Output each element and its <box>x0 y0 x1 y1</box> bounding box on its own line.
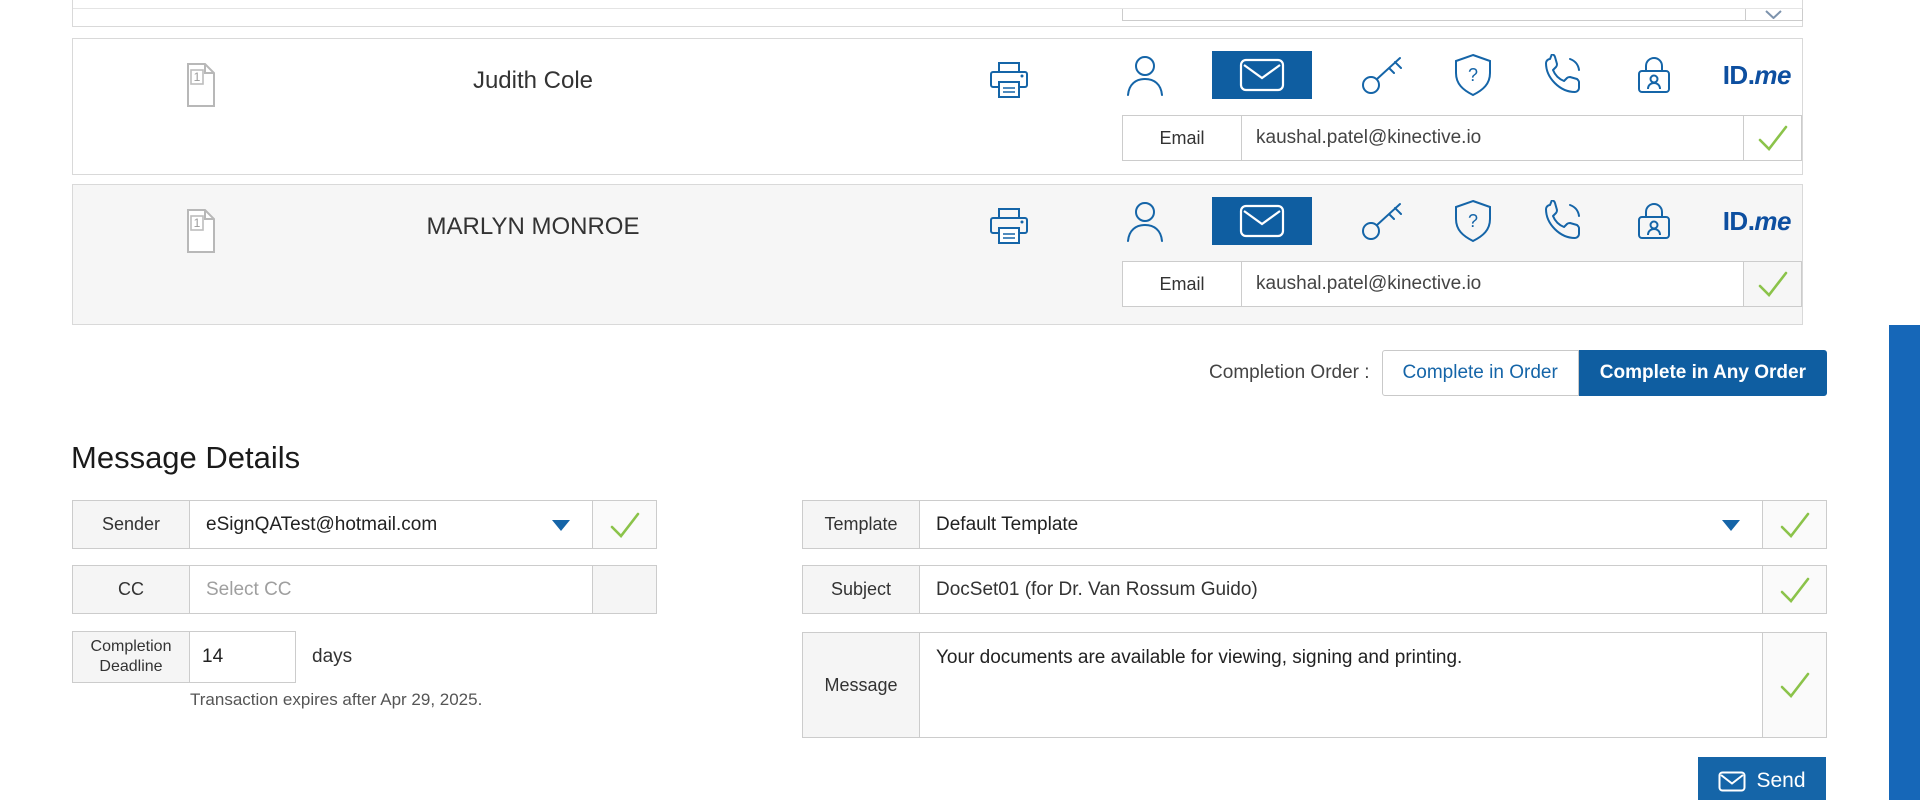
template-value: Default Template <box>936 514 1078 536</box>
cc-label: CC <box>72 565 190 614</box>
chevron-down-icon <box>1765 10 1782 19</box>
dropdown-caret-icon[interactable] <box>1722 520 1740 531</box>
check-icon <box>1757 123 1789 153</box>
sender-valid-cell <box>593 500 657 549</box>
esign-transaction-page: 1 Judith Cole ? ID.me <box>0 0 1920 800</box>
idme-logo-me: me <box>1754 60 1791 91</box>
print-icon[interactable] <box>988 207 1030 252</box>
subject-field <box>920 565 1763 614</box>
recipient-email-input[interactable] <box>1242 115 1744 161</box>
recipient-row: 1 MARLYN MONROE ? ID.me <box>72 184 1803 325</box>
document-count-icon[interactable]: 1 <box>177 61 219 114</box>
send-button-label: Send <box>1756 769 1805 793</box>
side-scroll-bar[interactable] <box>1889 325 1920 800</box>
send-button[interactable]: Send <box>1698 757 1826 800</box>
template-row: Template Default Template <box>802 500 1827 549</box>
cc-field <box>190 565 593 614</box>
email-delivery-row: Email <box>1122 115 1802 161</box>
idme-logo-id: ID. <box>1723 60 1755 91</box>
deadline-unit-label: days <box>312 646 352 668</box>
print-icon[interactable] <box>988 61 1030 106</box>
key-icon[interactable] <box>1360 54 1406 96</box>
phone-icon[interactable] <box>1540 54 1586 96</box>
expiration-note: Transaction expires after Apr 29, 2025. <box>190 690 482 710</box>
template-valid-cell <box>1763 500 1827 549</box>
check-icon <box>1779 575 1811 605</box>
complete-in-any-order-button[interactable]: Complete in Any Order <box>1579 350 1827 396</box>
check-icon <box>1779 670 1811 700</box>
key-icon[interactable] <box>1360 200 1406 242</box>
email-delivery-row: Email <box>1122 261 1802 307</box>
phone-icon[interactable] <box>1540 200 1586 242</box>
sender-select[interactable]: eSignQATest@hotmail.com <box>190 500 593 549</box>
subject-valid-cell <box>1763 565 1827 614</box>
send-envelope-icon <box>1718 771 1746 792</box>
person-icon[interactable] <box>1125 53 1165 97</box>
subject-input[interactable] <box>936 579 1746 601</box>
idme-logo-me: me <box>1754 206 1791 237</box>
svg-text:?: ? <box>1468 65 1478 85</box>
auth-method-strip: ? ID.me <box>1125 50 1791 100</box>
message-field: Your documents are available for viewing… <box>920 632 1763 738</box>
cutoff-dropdown-cell[interactable] <box>1744 9 1803 21</box>
recipient-row: 1 Judith Cole ? ID.me <box>72 38 1803 175</box>
message-label: Message <box>802 632 920 738</box>
completion-order-bar: Completion Order : Complete in Order Com… <box>1209 350 1827 396</box>
email-delivery-selected-icon[interactable] <box>1212 197 1312 245</box>
subject-row: Subject <box>802 565 1827 614</box>
email-delivery-selected-icon[interactable] <box>1212 51 1312 99</box>
template-label: Template <box>802 500 920 549</box>
message-details-heading: Message Details <box>71 440 300 476</box>
email-method-label: Email <box>1122 261 1242 307</box>
idme-logo[interactable]: ID.me <box>1723 60 1791 91</box>
recipient-name: MARLYN MONROE <box>353 213 713 241</box>
svg-text:?: ? <box>1468 211 1478 231</box>
dropdown-caret-icon[interactable] <box>552 520 570 531</box>
shield-question-icon[interactable]: ? <box>1453 199 1493 243</box>
in-person-icon[interactable] <box>1633 54 1675 96</box>
complete-in-order-button[interactable]: Complete in Order <box>1382 350 1579 396</box>
email-valid-cell <box>1744 261 1802 307</box>
completion-deadline-label: Completion Deadline <box>72 631 190 683</box>
recipient-email-input[interactable] <box>1242 261 1744 307</box>
cc-valid-cell <box>593 565 657 614</box>
svg-text:1: 1 <box>194 216 201 230</box>
message-input[interactable]: Your documents are available for viewing… <box>920 633 1762 737</box>
shield-question-icon[interactable]: ? <box>1453 53 1493 97</box>
in-person-icon[interactable] <box>1633 200 1675 242</box>
sender-label: Sender <box>72 500 190 549</box>
cc-row: CC <box>72 565 657 614</box>
sender-row: Sender eSignQATest@hotmail.com <box>72 500 657 549</box>
completion-order-label: Completion Order : <box>1209 362 1370 384</box>
person-icon[interactable] <box>1125 199 1165 243</box>
subject-label: Subject <box>802 565 920 614</box>
cutoff-email-input[interactable] <box>1122 9 1746 21</box>
svg-text:1: 1 <box>194 70 201 84</box>
idme-logo[interactable]: ID.me <box>1723 206 1791 237</box>
email-method-label: Email <box>1122 115 1242 161</box>
sender-value: eSignQATest@hotmail.com <box>206 514 437 536</box>
check-icon <box>609 510 641 540</box>
auth-method-strip: ? ID.me <box>1125 196 1791 246</box>
completion-deadline-row: Completion Deadline days <box>72 631 657 683</box>
idme-logo-id: ID. <box>1723 206 1755 237</box>
check-icon <box>1779 510 1811 540</box>
email-valid-cell <box>1744 115 1802 161</box>
previous-row-cutoff <box>72 0 1803 27</box>
recipient-name: Judith Cole <box>353 67 713 95</box>
cc-input[interactable] <box>206 579 576 601</box>
check-icon <box>1757 269 1789 299</box>
completion-deadline-input[interactable] <box>190 631 296 683</box>
message-valid-cell <box>1763 632 1827 738</box>
document-count-icon[interactable]: 1 <box>177 207 219 260</box>
template-select[interactable]: Default Template <box>920 500 1763 549</box>
message-row: Message Your documents are available for… <box>802 632 1827 738</box>
